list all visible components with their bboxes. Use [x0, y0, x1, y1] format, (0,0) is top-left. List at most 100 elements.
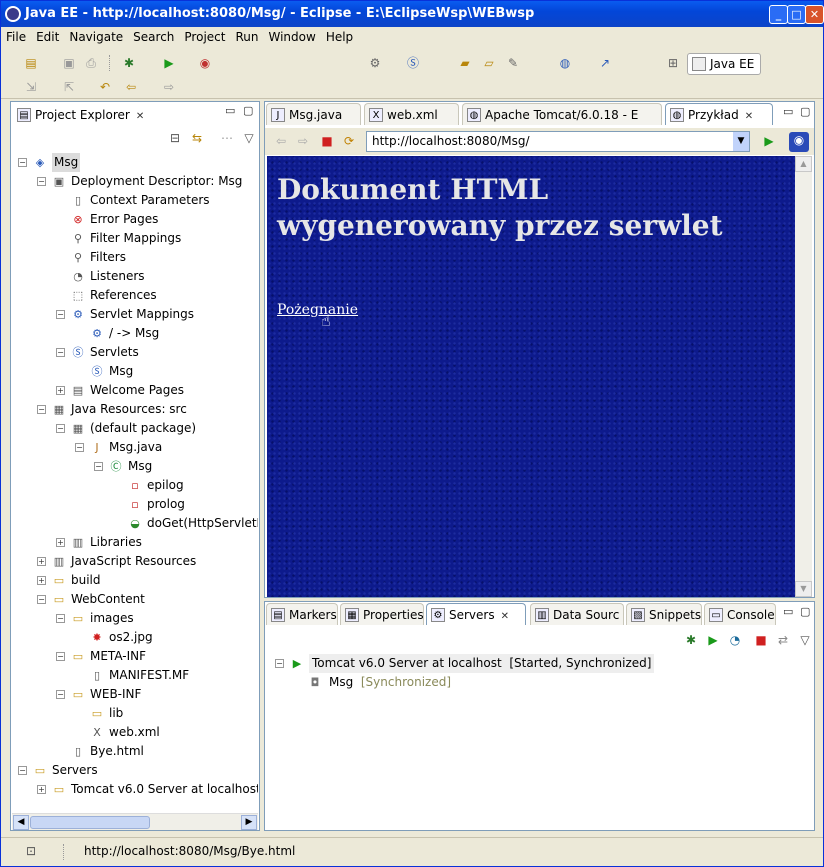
collapse-icon[interactable]: −	[56, 424, 65, 433]
minimize-button[interactable]: _	[769, 5, 788, 24]
close-icon[interactable]: ✕	[501, 611, 509, 622]
expand-icon[interactable]: +	[56, 386, 65, 395]
new-server-icon[interactable]: ⚙	[367, 55, 383, 71]
annotation-icon[interactable]: ⇲	[23, 79, 39, 95]
tree-item[interactable]: + ▭ Tomcat v6.0 Server at localhost-	[12, 780, 258, 799]
tree-item[interactable]: − ▭ WEB-INF	[12, 685, 258, 704]
tab-servers[interactable]: ⚙ Servers ✕	[426, 603, 526, 625]
pozegnanie-link[interactable]: Pożegnanie	[277, 302, 358, 318]
tree-item[interactable]: − ▭ Servers	[12, 761, 258, 780]
minimize-view-icon[interactable]: ▭	[783, 605, 793, 618]
tree-item[interactable]: ⚲ Filters	[12, 248, 258, 267]
menu-navigate[interactable]: Navigate	[64, 27, 128, 45]
collapse-icon[interactable]: −	[56, 310, 65, 319]
tree-item[interactable]: Xweb.xml	[12, 723, 258, 742]
close-button[interactable]: ✕	[805, 5, 824, 24]
url-field[interactable]: http://localhost:8080/Msg/ ▼	[366, 131, 750, 152]
collapse-icon[interactable]: −	[75, 443, 84, 452]
module-row[interactable]: ◘ Msg [Synchronized]	[275, 673, 575, 692]
minimize-view-icon[interactable]: ▭	[783, 105, 793, 118]
scroll-left-icon[interactable]: ◀	[13, 815, 29, 830]
open-folder-icon[interactable]: ▱	[481, 55, 497, 71]
open-perspective-icon[interactable]: ⊞	[665, 55, 681, 71]
back-icon[interactable]: ⇦	[123, 79, 139, 95]
collapse-icon[interactable]: −	[94, 462, 103, 471]
expand-icon[interactable]: +	[37, 576, 46, 585]
tab-przyklad[interactable]: ◍ Przykład ✕	[665, 103, 773, 125]
tab-data-source[interactable]: ▥ Data Sourc	[530, 603, 624, 625]
server-row[interactable]: − ▶ Tomcat v6.0 Server at localhost [Sta…	[275, 654, 655, 673]
collapse-icon[interactable]: −	[56, 690, 65, 699]
scroll-thumb[interactable]	[30, 816, 150, 829]
open-type-icon[interactable]: ▰	[457, 55, 473, 71]
tree-item[interactable]: − ▣ Deployment Descriptor: Msg	[12, 172, 258, 191]
close-icon[interactable]: ✕	[745, 111, 753, 122]
tree-item[interactable]: ⊗ Error Pages	[12, 210, 258, 229]
tree-item[interactable]: − ▦ Java Resources: src	[12, 400, 258, 419]
tree-item[interactable]: ⚲ Filter Mappings	[12, 229, 258, 248]
vertical-scrollbar[interactable]: ▲ ▼	[795, 156, 812, 597]
new-icon[interactable]: ▤	[23, 55, 39, 71]
collapse-icon[interactable]: −	[37, 595, 46, 604]
tree-item[interactable]: − ▦ (default package)	[12, 419, 258, 438]
new-servlet-icon[interactable]: Ⓢ	[405, 55, 421, 71]
maximize-view-icon[interactable]: ▢	[800, 105, 810, 118]
link-editor-icon[interactable]: ⇆	[189, 130, 205, 146]
tab-snippets[interactable]: ▧ Snippets	[626, 603, 702, 625]
maximize-button[interactable]: □	[787, 5, 806, 24]
menu-file[interactable]: File	[1, 27, 31, 45]
search-tool-icon[interactable]: ✎	[505, 55, 521, 71]
tree-item[interactable]: Ⓢ Msg	[12, 362, 258, 381]
collapse-icon[interactable]: −	[56, 348, 65, 357]
expand-icon[interactable]: +	[56, 538, 65, 547]
tree-item[interactable]: ⚙ / -> Msg	[12, 324, 258, 343]
tree-item[interactable]: ▭ lib	[12, 704, 258, 723]
last-edit-icon[interactable]: ↶	[97, 79, 113, 95]
maximize-view-icon[interactable]: ▢	[243, 104, 253, 117]
menu-run[interactable]: Run	[230, 27, 263, 45]
tab-markers[interactable]: ▤ Markers	[266, 603, 338, 625]
run-icon[interactable]: ▶	[161, 55, 177, 71]
go-icon[interactable]: ▶	[761, 133, 777, 149]
tab-web-xml[interactable]: Xweb.xml	[364, 103, 459, 125]
tree-item[interactable]: − Ⓢ Servlets	[12, 343, 258, 362]
task-icon[interactable]: ↗	[597, 55, 613, 71]
tree-item[interactable]: + ▤ Welcome Pages	[12, 381, 258, 400]
expand-icon[interactable]: +	[37, 785, 46, 794]
scroll-right-icon[interactable]: ▶	[241, 815, 257, 830]
refresh-icon[interactable]: ⟳	[341, 133, 357, 149]
tab-properties[interactable]: ▦ Properties	[340, 603, 424, 625]
collapse-icon[interactable]: −	[56, 652, 65, 661]
tree-item[interactable]: ⬚ References	[12, 286, 258, 305]
debug-icon[interactable]: ✱	[121, 55, 137, 71]
tree-item[interactable]: ▯ MANIFEST.MF	[12, 666, 258, 685]
menu-help[interactable]: Help	[321, 27, 358, 45]
external-tools-icon[interactable]: ◉	[197, 55, 213, 71]
menu-window[interactable]: Window	[263, 27, 320, 45]
tab-project-explorer[interactable]: ▤ Project Explorer ✕	[12, 103, 152, 125]
tab-msg-java[interactable]: J Msg.java	[266, 103, 361, 125]
tree-item[interactable]: − ◈ Msg	[12, 153, 258, 172]
tree-item[interactable]: ◒ doGet(HttpServletR	[12, 514, 258, 533]
minimize-view-icon[interactable]: ▭	[225, 104, 235, 117]
view-menu-icon[interactable]: ⋯	[219, 130, 235, 146]
stop-icon[interactable]: ■	[319, 133, 335, 149]
forward-icon[interactable]: ⇨	[161, 79, 177, 95]
scroll-down-icon[interactable]: ▼	[795, 581, 812, 597]
tab-console[interactable]: ▭ Console	[704, 603, 776, 625]
collapse-icon[interactable]: −	[37, 177, 46, 186]
chevron-down-icon[interactable]: ▽	[241, 130, 257, 146]
tree-item[interactable]: + ▥ Libraries	[12, 533, 258, 552]
tree-item[interactable]: − J Msg.java	[12, 438, 258, 457]
collapse-icon[interactable]: −	[56, 614, 65, 623]
chevron-down-icon[interactable]: ▼	[733, 132, 749, 151]
tree-item[interactable]: ✸ os2.jpg	[12, 628, 258, 647]
tree-item[interactable]: − ▭ META-INF	[12, 647, 258, 666]
horizontal-scrollbar[interactable]: ◀ ▶	[12, 813, 258, 830]
menu-search[interactable]: Search	[128, 27, 179, 45]
tree-item[interactable]: ▯ Context Parameters	[12, 191, 258, 210]
annotation-prev-icon[interactable]: ⇱	[61, 79, 77, 95]
tree-item[interactable]: ▫ prolog	[12, 495, 258, 514]
print-icon[interactable]: ⎙	[83, 55, 99, 71]
collapse-icon[interactable]: −	[18, 766, 27, 775]
